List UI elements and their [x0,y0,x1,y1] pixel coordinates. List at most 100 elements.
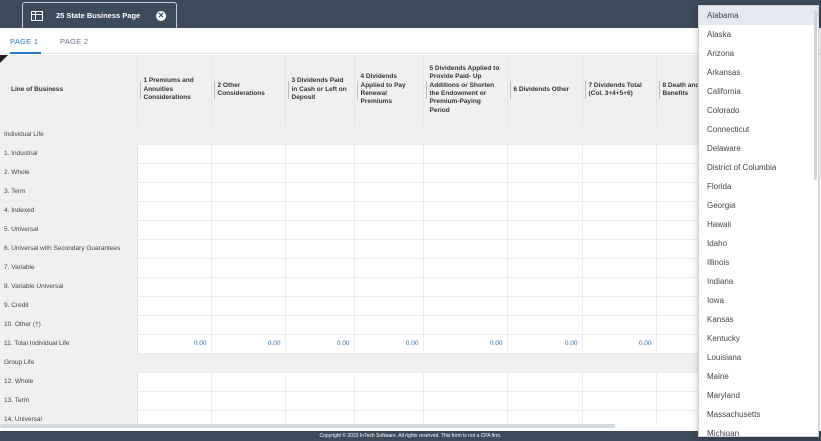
input-cell[interactable] [354,163,424,183]
input-cell[interactable] [285,391,355,411]
input-cell[interactable] [507,410,583,425]
input-cell[interactable] [137,182,212,202]
input-cell[interactable] [582,163,657,183]
dropdown-option[interactable]: Georgia [699,196,818,215]
input-cell[interactable] [137,277,212,297]
input-cell[interactable] [354,296,424,316]
dropdown-option[interactable]: Maine [699,367,818,386]
input-cell[interactable] [582,277,657,297]
input-cell[interactable] [423,201,508,221]
input-cell[interactable] [137,163,212,183]
input-cell[interactable] [354,258,424,278]
dropdown-option[interactable]: Kansas [699,310,818,329]
input-cell[interactable] [507,277,583,297]
document-tab[interactable]: 25 State Business Page ✕ [22,2,177,28]
input-cell[interactable] [423,391,508,411]
input-cell[interactable] [211,182,286,202]
dropdown-option[interactable]: Arkansas [699,63,818,82]
input-cell[interactable] [582,144,657,164]
input-cell[interactable] [211,201,286,221]
input-cell[interactable] [423,410,508,425]
input-cell[interactable] [211,239,286,259]
input-cell[interactable] [507,296,583,316]
input-cell[interactable] [285,315,355,335]
input-cell[interactable] [137,144,212,164]
input-cell[interactable] [423,220,508,240]
input-cell[interactable] [507,182,583,202]
input-cell[interactable] [582,296,657,316]
input-cell[interactable] [285,201,355,221]
input-cell[interactable] [582,410,657,425]
tab-page-1[interactable]: PAGE 1 [10,28,41,54]
input-cell[interactable] [354,372,424,392]
input-cell[interactable] [582,372,657,392]
input-cell[interactable] [507,239,583,259]
dropdown-option[interactable]: Iowa [699,291,818,310]
horizontal-scrollbar[interactable] [0,424,615,428]
input-cell[interactable] [137,220,212,240]
input-cell[interactable] [354,144,424,164]
input-cell[interactable] [354,220,424,240]
dropdown-option[interactable]: Indiana [699,272,818,291]
input-cell[interactable] [354,391,424,411]
input-cell[interactable] [354,239,424,259]
input-cell[interactable] [211,315,286,335]
input-cell[interactable] [137,372,212,392]
dropdown-option[interactable]: Arizona [699,44,818,63]
input-cell[interactable] [423,372,508,392]
dropdown-option[interactable]: California [699,82,818,101]
input-cell[interactable] [137,296,212,316]
input-cell[interactable] [211,277,286,297]
input-cell[interactable] [137,239,212,259]
input-cell[interactable] [507,258,583,278]
input-cell[interactable] [211,372,286,392]
input-cell[interactable] [285,372,355,392]
dropdown-option[interactable]: Florida [699,177,818,196]
input-cell[interactable] [507,144,583,164]
input-cell[interactable] [211,410,286,425]
dropdown-option[interactable]: Alabama [699,6,818,25]
input-cell[interactable] [211,220,286,240]
input-cell[interactable] [423,277,508,297]
input-cell[interactable] [423,239,508,259]
input-cell[interactable] [285,220,355,240]
input-cell[interactable] [423,144,508,164]
dropdown-option[interactable]: Colorado [699,101,818,120]
input-cell[interactable] [137,410,212,425]
input-cell[interactable] [582,239,657,259]
dropdown-option[interactable]: Maryland [699,386,818,405]
input-cell[interactable] [582,258,657,278]
input-cell[interactable] [285,410,355,425]
input-cell[interactable] [354,182,424,202]
input-cell[interactable] [137,315,212,335]
input-cell[interactable] [582,220,657,240]
input-cell[interactable] [285,163,355,183]
input-cell[interactable] [423,315,508,335]
input-cell[interactable] [354,410,424,425]
input-cell[interactable] [507,163,583,183]
input-cell[interactable] [137,201,212,221]
input-cell[interactable] [507,315,583,335]
input-cell[interactable] [211,144,286,164]
input-cell[interactable] [507,391,583,411]
input-cell[interactable] [507,220,583,240]
dropdown-scrollbar[interactable] [814,10,817,180]
input-cell[interactable] [582,391,657,411]
dropdown-option[interactable]: Michigan [699,424,818,436]
dropdown-option[interactable]: District of Columbia [699,158,818,177]
dropdown-option[interactable]: Connecticut [699,120,818,139]
input-cell[interactable] [285,239,355,259]
input-cell[interactable] [423,296,508,316]
input-cell[interactable] [285,296,355,316]
input-cell[interactable] [507,372,583,392]
input-cell[interactable] [582,315,657,335]
input-cell[interactable] [285,277,355,297]
input-cell[interactable] [211,163,286,183]
dropdown-option[interactable]: Kentucky [699,329,818,348]
input-cell[interactable] [582,182,657,202]
input-cell[interactable] [285,258,355,278]
dropdown-option[interactable]: Illinois [699,253,818,272]
input-cell[interactable] [354,277,424,297]
dropdown-option[interactable]: Alaska [699,25,818,44]
input-cell[interactable] [507,201,583,221]
